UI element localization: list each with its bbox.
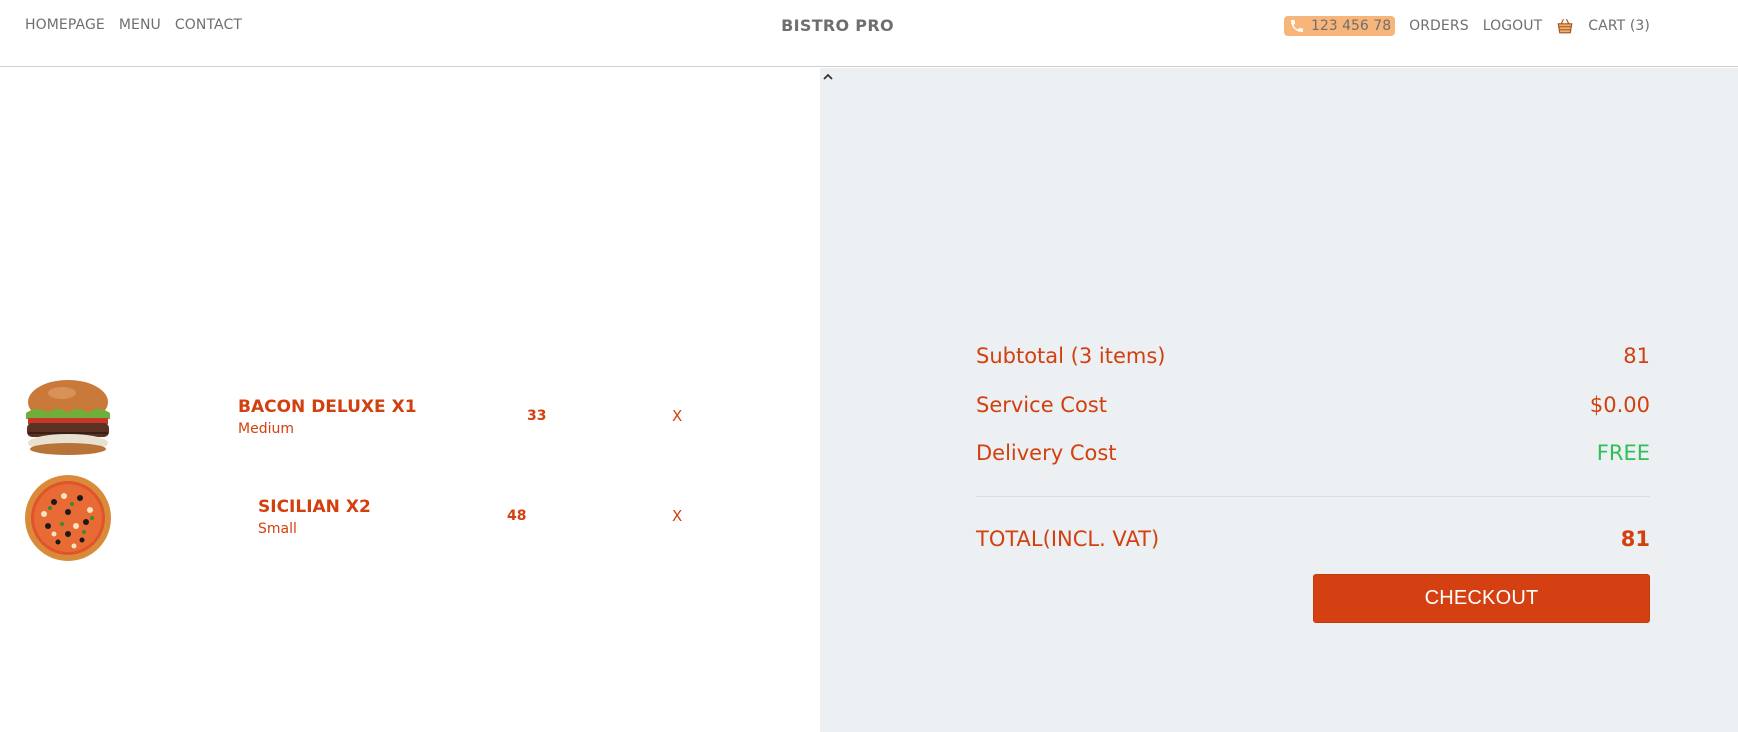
- remove-item-button[interactable]: X: [672, 407, 682, 425]
- checkout-button[interactable]: CHECKOUT: [1313, 574, 1650, 623]
- chevron-up-icon[interactable]: [822, 68, 834, 80]
- summary-divider: [976, 496, 1650, 497]
- cart-item-row: SICILIAN X2 Small 48 X: [0, 472, 820, 562]
- subtotal-label: Subtotal (3 items): [976, 344, 1166, 368]
- item-name: SICILIAN X2: [258, 497, 371, 517]
- nav-link-logout[interactable]: LOGOUT: [1483, 18, 1543, 34]
- item-size: Small: [258, 521, 297, 537]
- nav-link-cart[interactable]: CART (3): [1588, 18, 1650, 34]
- total-label: TOTAL(INCL. VAT): [976, 527, 1160, 551]
- item-name: BACON DELUXE X1: [238, 397, 417, 417]
- service-cost-label: Service Cost: [976, 393, 1107, 417]
- remove-item-button[interactable]: X: [672, 507, 682, 525]
- nav-right-group: 123 456 78 ORDERS LOGOUT CART (3): [1283, 16, 1650, 36]
- subtotal-value: 81: [1623, 344, 1650, 368]
- burger-image: [24, 377, 112, 465]
- cart-icon[interactable]: [1556, 17, 1574, 35]
- nav-link-orders[interactable]: ORDERS: [1409, 18, 1469, 34]
- total-value: 81: [1620, 527, 1650, 551]
- cart-item-row: BACON DELUXE X1 Medium 33 X: [0, 372, 820, 462]
- top-navbar: HOMEPAGE MENU CONTACT BISTRO PRO 123 456…: [0, 0, 1738, 67]
- delivery-cost-value: FREE: [1596, 441, 1650, 465]
- delivery-cost-label: Delivery Cost: [976, 441, 1117, 465]
- phone-icon: [1288, 18, 1306, 34]
- item-size: Medium: [238, 421, 294, 437]
- service-cost-value: $0.00: [1589, 393, 1650, 417]
- phone-number: 123 456 78: [1310, 18, 1392, 34]
- phone-badge[interactable]: 123 456 78: [1283, 16, 1396, 36]
- pizza-image: [24, 474, 112, 562]
- item-price: 48: [507, 508, 527, 524]
- item-price: 33: [527, 408, 547, 424]
